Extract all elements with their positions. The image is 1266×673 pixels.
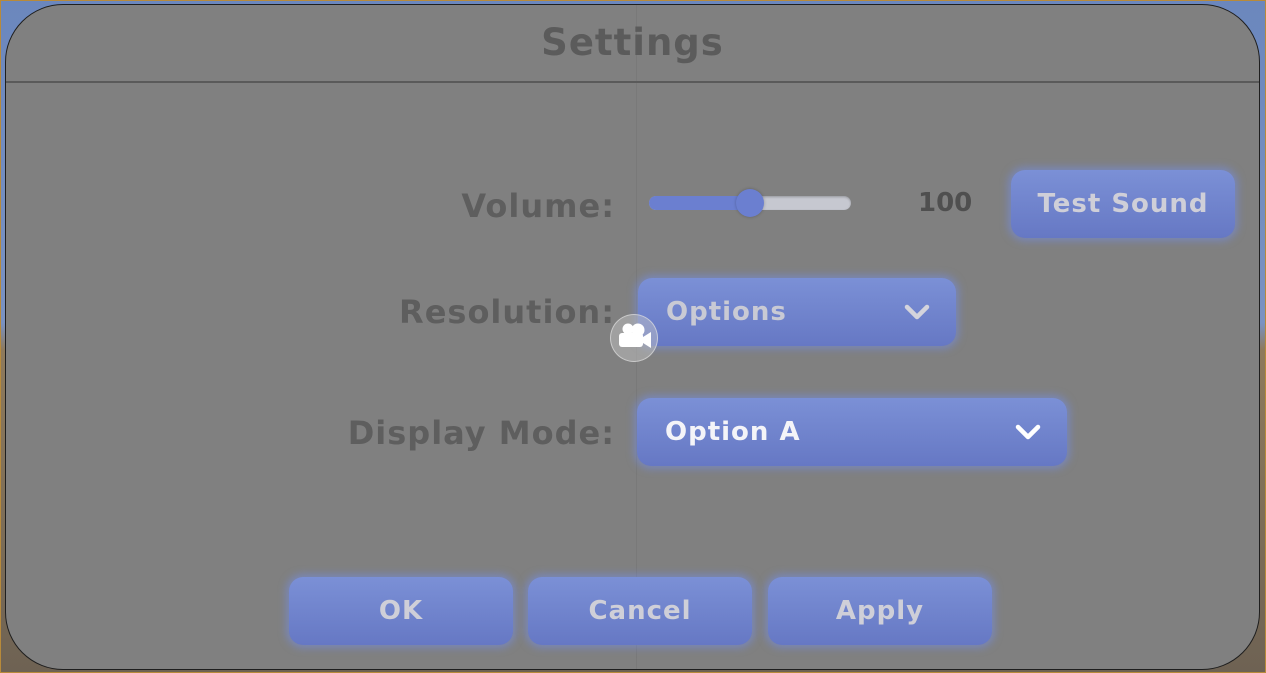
display-mode-dropdown[interactable]: Option A [637,398,1067,466]
volume-label: Volume: [461,187,615,225]
volume-value: 100 [918,188,973,218]
display-mode-selected-value: Option A [665,417,801,447]
dialog-title: Settings [541,21,724,64]
resolution-dropdown[interactable]: Options [638,278,956,346]
settings-dialog: Settings Volume: 100 Test Sound Resoluti… [5,4,1260,670]
camera-overlay-button[interactable] [610,314,658,362]
volume-slider-fill [649,196,750,210]
dialog-header: Settings [6,5,1259,83]
video-camera-icon [614,321,654,355]
test-sound-label: Test Sound [1037,189,1209,219]
display-mode-label: Display Mode: [347,414,615,452]
cancel-label: Cancel [588,596,692,626]
chevron-down-icon [1013,417,1043,447]
volume-slider-handle[interactable] [736,189,764,217]
test-sound-button[interactable]: Test Sound [1011,170,1235,238]
ok-button[interactable]: OK [289,577,513,645]
resolution-selected-value: Options [666,297,787,327]
cancel-button[interactable]: Cancel [528,577,752,645]
apply-label: Apply [835,596,925,626]
chevron-down-icon [902,297,932,327]
resolution-label: Resolution: [399,293,615,331]
apply-button[interactable]: Apply [768,577,992,645]
ok-label: OK [378,596,424,626]
